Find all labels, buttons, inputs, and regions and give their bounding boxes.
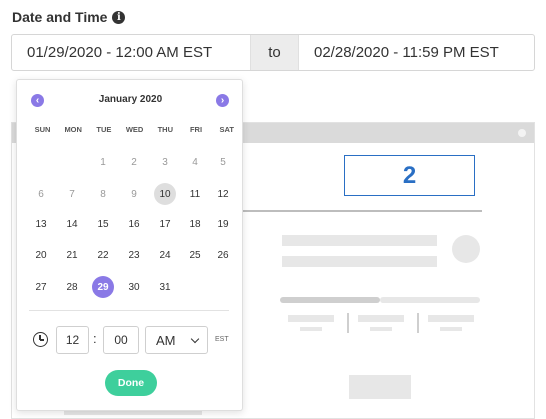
calendar-day[interactable]: 12 — [212, 183, 234, 205]
preview-placeholder-stat — [428, 315, 474, 322]
preview-window-dot — [518, 129, 526, 137]
calendar-day[interactable]: 25 — [184, 244, 206, 266]
calendar-day[interactable]: 21 — [61, 244, 83, 266]
calendar-day[interactable]: 1 — [92, 151, 114, 173]
preview-placeholder-button — [349, 375, 411, 399]
preview-progress-fill — [280, 297, 380, 303]
start-datetime-field[interactable]: 01/29/2020 - 12:00 AM EST — [12, 35, 250, 70]
weekday-label: THU — [157, 125, 173, 134]
calendar-day[interactable]: 23 — [123, 244, 145, 266]
preview-placeholder-stat — [358, 315, 404, 322]
calendar-day[interactable]: 4 — [184, 151, 206, 173]
calendar-day[interactable]: 17 — [154, 213, 176, 235]
calendar-day[interactable]: 9 — [123, 183, 145, 205]
calendar-day[interactable]: 13 — [30, 213, 52, 235]
preview-placeholder-stat — [370, 327, 392, 331]
preview-placeholder-stat — [440, 327, 462, 331]
calendar-day[interactable]: 15 — [92, 213, 114, 235]
range-separator: to — [250, 35, 299, 70]
calendar-day[interactable]: 20 — [30, 244, 52, 266]
calendar-day[interactable]: 3 — [154, 151, 176, 173]
end-datetime-field[interactable]: 02/28/2020 - 11:59 PM EST — [299, 35, 534, 70]
calendar-day[interactable]: 22 — [92, 244, 114, 266]
ampm-select[interactable]: AM — [145, 326, 208, 354]
weekday-label: SAT — [219, 125, 234, 134]
minute-input[interactable]: 00 — [103, 326, 139, 354]
calendar-day[interactable]: 5 — [212, 151, 234, 173]
calendar-day[interactable]: 2 — [123, 151, 145, 173]
weekday-label: TUE — [96, 125, 112, 134]
preview-stat-divider — [417, 313, 419, 333]
preview-divider — [242, 210, 482, 212]
weekday-label: MON — [64, 125, 82, 134]
chevron-down-icon — [190, 334, 200, 344]
preview-placeholder-stat — [288, 315, 334, 322]
calendar-day[interactable]: 7 — [61, 183, 83, 205]
calendar-day[interactable]: 14 — [61, 213, 83, 235]
preview-placeholder-stat — [300, 327, 322, 331]
preview-placeholder-avatar — [452, 235, 480, 263]
date-time-widget: Date and Time i 01/29/2020 - 12:00 AM ES… — [0, 0, 546, 419]
calendar-day[interactable]: 26 — [212, 244, 234, 266]
calendar-day[interactable]: 29 — [92, 276, 114, 298]
calendar-day[interactable]: 31 — [154, 276, 176, 298]
done-button[interactable]: Done — [105, 370, 157, 396]
preview-progress-track — [380, 297, 480, 303]
calendar-divider — [29, 310, 229, 311]
info-icon[interactable]: i — [112, 10, 126, 24]
clock-icon — [33, 332, 48, 347]
calendar-day[interactable]: 27 — [30, 276, 52, 298]
calendar-day[interactable]: 28 — [61, 276, 83, 298]
calendar-day[interactable]: 16 — [123, 213, 145, 235]
calendar-day[interactable]: 19 — [212, 213, 234, 235]
calendar-day[interactable]: 10 — [154, 183, 176, 205]
weekday-label: SUN — [34, 125, 51, 134]
time-separator: : — [93, 331, 97, 346]
month-title: January 2020 — [98, 94, 163, 105]
weekday-header: SUN MON TUE WED THU FRI SAT — [27, 125, 244, 137]
field-label-row: Date and Time i — [12, 9, 126, 25]
calendar-day[interactable]: 11 — [184, 183, 206, 205]
calendar-day[interactable]: 24 — [154, 244, 176, 266]
hour-input[interactable]: 12 — [56, 326, 89, 354]
calendar-day[interactable]: 8 — [92, 183, 114, 205]
calendar-popup: ‹ January 2020 › SUN MON TUE WED THU FRI SAT 1… — [16, 79, 243, 411]
preview-number-box: 2 — [344, 155, 475, 196]
weekday-label: WED — [125, 125, 144, 134]
timezone-label: EST — [215, 336, 229, 343]
chevron-right-icon[interactable]: › — [216, 94, 229, 107]
weekday-label: FRI — [189, 125, 203, 134]
calendar-day[interactable]: 6 — [30, 183, 52, 205]
calendar-day[interactable]: 18 — [184, 213, 206, 235]
ampm-value: AM — [156, 332, 176, 348]
preview-placeholder-line — [282, 235, 437, 246]
field-label: Date and Time — [12, 9, 108, 25]
preview-placeholder-line — [282, 256, 437, 267]
preview-stat-divider — [347, 313, 349, 333]
calendar-day[interactable]: 30 — [123, 276, 145, 298]
date-range-input[interactable]: 01/29/2020 - 12:00 AM EST to 02/28/2020 … — [11, 34, 535, 71]
